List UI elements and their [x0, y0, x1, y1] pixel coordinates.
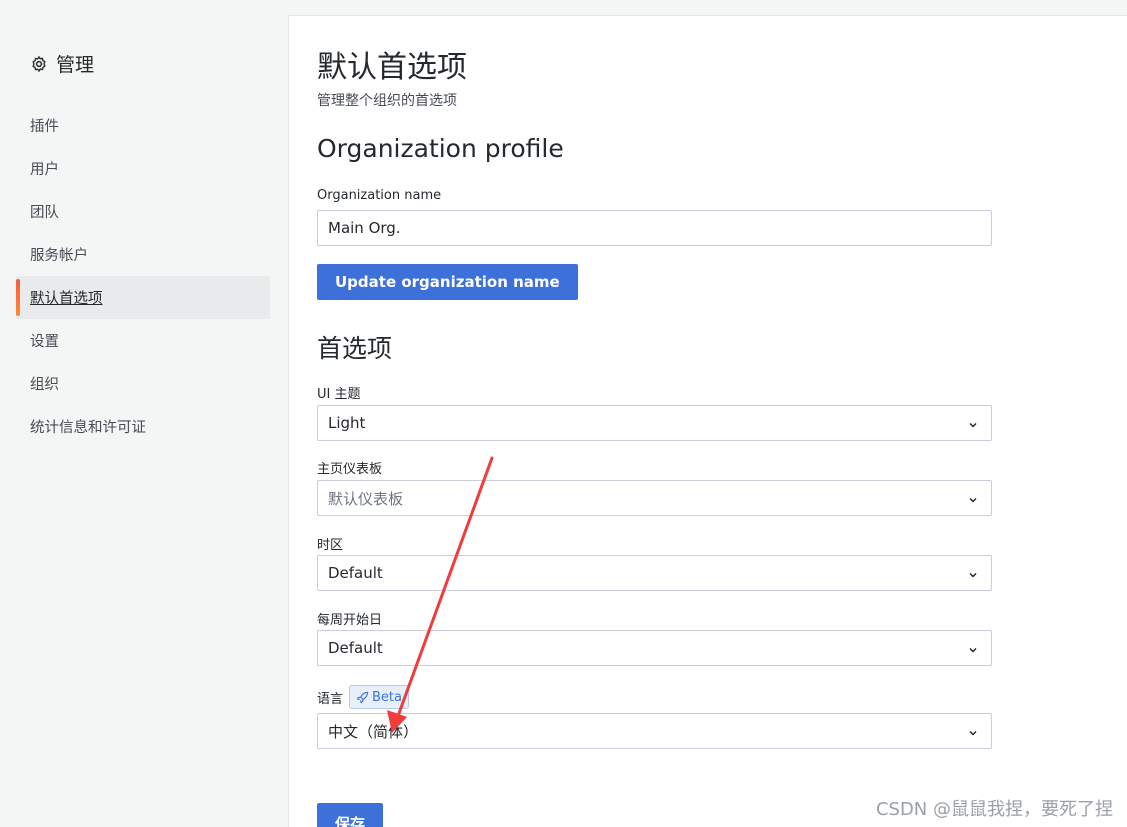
save-button[interactable]: 保存: [317, 803, 384, 827]
ui-theme-select[interactable]: Light: [317, 405, 992, 441]
sidebar-title: 管理: [30, 50, 94, 77]
ui-theme-label: UI 主题: [317, 387, 361, 402]
home-dashboard-placeholder: 默认仪表板: [328, 489, 404, 508]
chevron-down-icon: [967, 567, 979, 579]
language-value: 中文（简体）: [328, 722, 419, 741]
ui-theme-value: Light: [328, 414, 366, 432]
chevron-down-icon: [967, 492, 979, 504]
sidebar: 管理 插件 用户 团队 服务帐户 默认首选项 设置 组织 统计信息和许可证: [0, 0, 288, 827]
preferences-heading: 首选项: [317, 334, 393, 363]
page: 管理 插件 用户 团队 服务帐户 默认首选项 设置 组织 统计信息和许可证 默认…: [0, 0, 1127, 827]
main-panel: 默认首选项 管理整个组织的首选项 Organization profile Or…: [288, 15, 1127, 827]
rocket-icon: [356, 691, 369, 704]
language-label: 语言: [317, 691, 344, 707]
sidebar-nav: 插件 用户 团队 服务帐户 默认首选项 设置 组织 统计信息和许可证: [16, 104, 270, 448]
sidebar-title-label: 管理: [56, 54, 95, 76]
week-start-label: 每周开始日: [317, 613, 383, 628]
page-title: 默认首选项: [317, 50, 467, 85]
org-name-label: Organization name: [317, 188, 442, 203]
sidebar-item-teams[interactable]: 团队: [16, 190, 270, 233]
sidebar-item-service-accounts[interactable]: 服务帐户: [16, 233, 270, 276]
gear-icon: [30, 55, 48, 73]
sidebar-item-stats-license[interactable]: 统计信息和许可证: [16, 405, 270, 448]
language-label-row: 语言 Beta: [317, 685, 409, 709]
timezone-label: 时区: [317, 538, 344, 553]
page-subtitle: 管理整个组织的首选项: [317, 93, 457, 109]
sidebar-item-plugins[interactable]: 插件: [16, 104, 270, 147]
week-start-select[interactable]: Default: [317, 630, 992, 666]
home-dashboard-select[interactable]: 默认仪表板: [317, 480, 992, 516]
watermark: CSDN @鼠鼠我捏，要死了捏: [875, 799, 1113, 820]
beta-badge: Beta: [349, 685, 409, 709]
org-name-input[interactable]: [317, 210, 992, 246]
sidebar-item-settings[interactable]: 设置: [16, 319, 270, 362]
update-org-name-button[interactable]: Update organization name: [317, 264, 578, 300]
timezone-select[interactable]: Default: [317, 555, 992, 591]
sidebar-item-default-preferences[interactable]: 默认首选项: [16, 276, 270, 319]
sidebar-item-users[interactable]: 用户: [16, 147, 270, 190]
org-profile-heading: Organization profile: [317, 134, 564, 163]
beta-badge-label: Beta: [372, 689, 402, 705]
timezone-value: Default: [328, 564, 383, 582]
chevron-down-icon: [967, 725, 979, 737]
week-start-value: Default: [328, 639, 383, 657]
sidebar-item-organizations[interactable]: 组织: [16, 362, 270, 405]
chevron-down-icon: [967, 642, 979, 654]
language-select[interactable]: 中文（简体）: [317, 713, 992, 749]
home-dashboard-label: 主页仪表板: [317, 462, 383, 477]
chevron-down-icon: [967, 417, 979, 429]
